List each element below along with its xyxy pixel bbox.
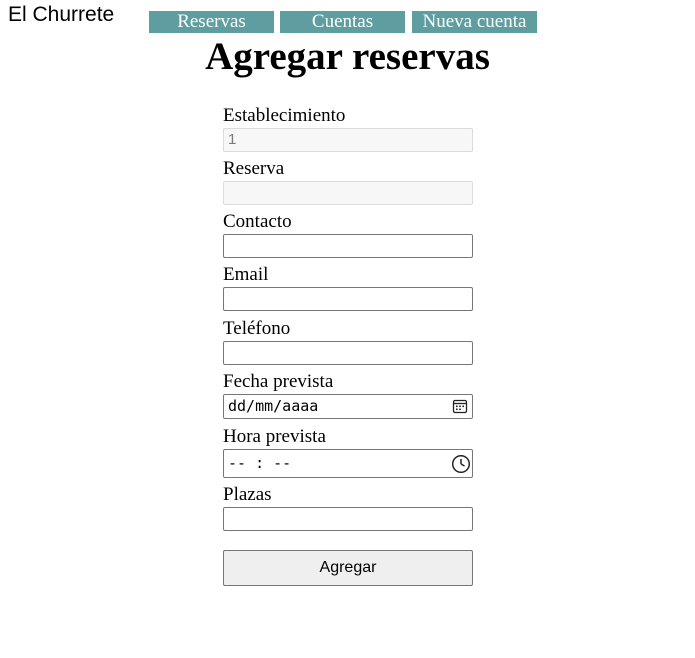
email-label: Email <box>223 264 269 285</box>
hora-prevista-field[interactable]: -- : -- <box>223 449 473 478</box>
establecimiento-field[interactable]: 1 <box>223 128 473 152</box>
fecha-prevista-field[interactable]: dd/mm/aaaa <box>223 394 473 419</box>
telefono-field[interactable] <box>223 341 473 365</box>
hora-prevista-label: Hora prevista <box>223 426 326 447</box>
plazas-label: Plazas <box>223 484 272 505</box>
fecha-prevista-label: Fecha prevista <box>223 371 334 392</box>
calendar-icon[interactable] <box>451 397 469 415</box>
nav-nueva-cuenta-button[interactable]: Nueva cuenta <box>412 11 537 33</box>
agregar-button[interactable]: Agregar <box>223 550 473 586</box>
establecimiento-label: Establecimiento <box>223 105 346 126</box>
page-title: Agregar reservas <box>205 35 490 78</box>
contacto-label: Contacto <box>223 211 292 232</box>
plazas-field[interactable] <box>223 507 473 531</box>
nav-reservas-button[interactable]: Reservas <box>149 11 274 33</box>
hora-placeholder: -- : -- <box>228 454 292 472</box>
reserva-field[interactable] <box>223 181 473 205</box>
brand-logo-text: El Churrete <box>8 3 115 26</box>
telefono-label: Teléfono <box>223 318 291 339</box>
contacto-field[interactable] <box>223 234 473 258</box>
email-field[interactable] <box>223 287 473 311</box>
reserva-label: Reserva <box>223 158 285 179</box>
nav-cuentas-button[interactable]: Cuentas <box>280 11 405 33</box>
clock-icon[interactable] <box>451 454 471 474</box>
fecha-placeholder: dd/mm/aaaa <box>228 397 319 415</box>
